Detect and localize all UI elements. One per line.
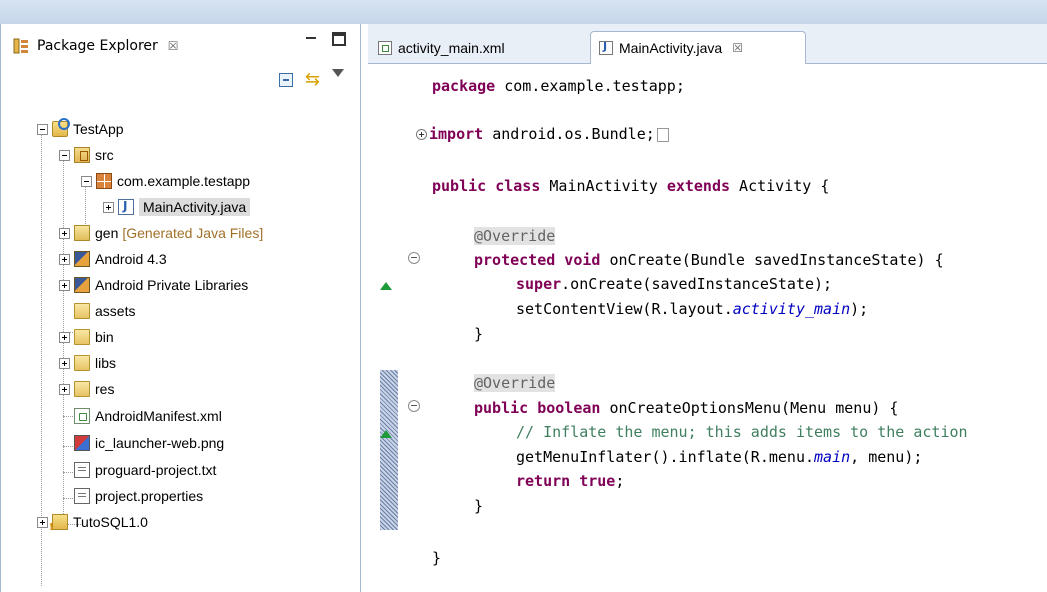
code-line: public boolean onCreateOptionsMenu(Menu … [474,399,899,417]
package-explorer-title: Package Explorer [37,38,158,54]
tree-item-res[interactable]: res [59,376,114,402]
tree-item-label: ic_launcher-web.png [95,435,225,451]
code-line: public class MainActivity extends Activi… [432,177,830,195]
expand-icon[interactable] [59,383,70,395]
tree-item-label: res [95,381,115,397]
tree-item-decoration: [Generated Java Files] [122,225,264,241]
code-line: return true; [516,472,625,490]
collapse-icon[interactable] [59,149,70,161]
code-line: @Override [474,374,556,392]
tree-item-label: gen [95,225,119,241]
android-project-icon [49,514,68,533]
tree-item-src[interactable]: src [59,142,114,168]
code-area[interactable]: package com.example.testapp; import andr… [368,24,1047,592]
code-line: setContentView(R.layout.activity_main); [516,300,869,318]
java-editor: activity_main.xml MainActivity.java ☒ pa… [368,24,1047,592]
tree-item-libs[interactable]: libs [59,350,116,376]
collapse-icon[interactable] [37,123,48,135]
expand-icon[interactable] [103,201,114,213]
tree-item-label: MainActivity.java [139,198,251,216]
code-line: package com.example.testapp; [432,77,685,95]
expand-icon[interactable] [59,357,70,369]
window-top-strip [0,0,1047,24]
tree-item-tutosql[interactable]: TutoSQL1.0 [37,509,148,535]
code-line: } [474,325,484,343]
image-file-icon [74,435,90,451]
tree-item-assets[interactable]: assets [74,298,135,324]
code-line: import android.os.Bundle; [416,124,669,144]
collapse-icon[interactable] [81,175,92,187]
package-explorer-view: Package Explorer ☒ ⇆ TestApp src com.exa… [0,24,361,592]
xml-file-icon [74,408,90,424]
close-icon[interactable]: ☒ [168,39,179,53]
code-line: // Inflate the menu; this adds items to … [516,423,968,441]
generated-folder-icon [74,225,90,241]
tree-item-label: project.properties [95,488,204,504]
code-line: } [474,497,484,515]
expand-imports-icon[interactable] [416,129,427,140]
text-file-icon [74,462,90,478]
collapse-all-icon[interactable] [278,73,293,87]
tree-item-ic-launcher-web[interactable]: ic_launcher-web.png [74,430,224,456]
tree-item-project-properties[interactable]: project.properties [74,483,203,509]
tree-item-gen[interactable]: gen [Generated Java Files] [59,220,263,246]
minimize-icon[interactable] [304,32,318,46]
folder-icon [74,329,90,345]
tree-item-label: com.example.testapp [117,173,251,189]
folder-icon [74,355,90,371]
tree-item-package[interactable]: com.example.testapp [81,168,250,194]
tree-item-label: bin [95,329,114,345]
package-explorer-icon [13,38,29,54]
tab-package-explorer[interactable]: Package Explorer ☒ [13,26,253,66]
code-line: super.onCreate(savedInstanceState); [516,275,833,293]
tree-item-android-manifest[interactable]: AndroidManifest.xml [74,403,222,429]
android-project-icon [52,118,70,137]
expand-icon[interactable] [59,227,70,239]
tree-item-label: Android Private Libraries [95,277,249,293]
expand-icon[interactable] [59,253,70,265]
tree-item-proguard-project[interactable]: proguard-project.txt [74,457,216,483]
tree-item-label: TestApp [73,121,124,137]
code-line: protected void onCreate(Bundle savedInst… [474,251,944,269]
tree-item-mainactivity[interactable]: MainActivity.java [103,194,251,220]
view-menu-icon[interactable] [332,69,344,77]
text-file-icon [74,488,90,504]
package-icon [96,173,112,189]
maximize-icon[interactable] [332,32,346,46]
folder-icon [74,381,90,397]
library-icon [74,277,90,293]
code-line: @Override [474,227,556,245]
tree-item-bin[interactable]: bin [59,324,114,350]
link-with-editor-icon[interactable]: ⇆ [305,71,320,89]
library-icon [74,251,90,267]
code-line: getMenuInflater().inflate(R.menu.main, m… [516,448,923,466]
code-line: } [432,549,442,567]
folded-block-icon[interactable] [656,127,669,142]
tree-item-android-4-3[interactable]: Android 4.3 [59,246,167,272]
tree-item-label: AndroidManifest.xml [95,408,222,424]
source-folder-icon [74,147,90,163]
java-file-icon [118,199,134,215]
folder-icon [74,303,90,319]
tree-item-android-private-libraries[interactable]: Android Private Libraries [59,272,248,298]
tree-item-label: proguard-project.txt [95,462,217,478]
tree-item-label: assets [95,303,136,319]
tree-item-testapp[interactable]: TestApp [37,116,124,142]
tree-item-label: libs [95,355,117,371]
expand-icon[interactable] [59,279,70,291]
expand-icon[interactable] [37,516,48,528]
tree-item-label: TutoSQL1.0 [73,514,148,530]
project-tree: TestApp src com.example.testapp MainActi… [1,116,361,592]
expand-icon[interactable] [59,331,70,343]
tree-item-label: src [95,147,114,163]
tree-item-label: Android 4.3 [95,251,167,267]
